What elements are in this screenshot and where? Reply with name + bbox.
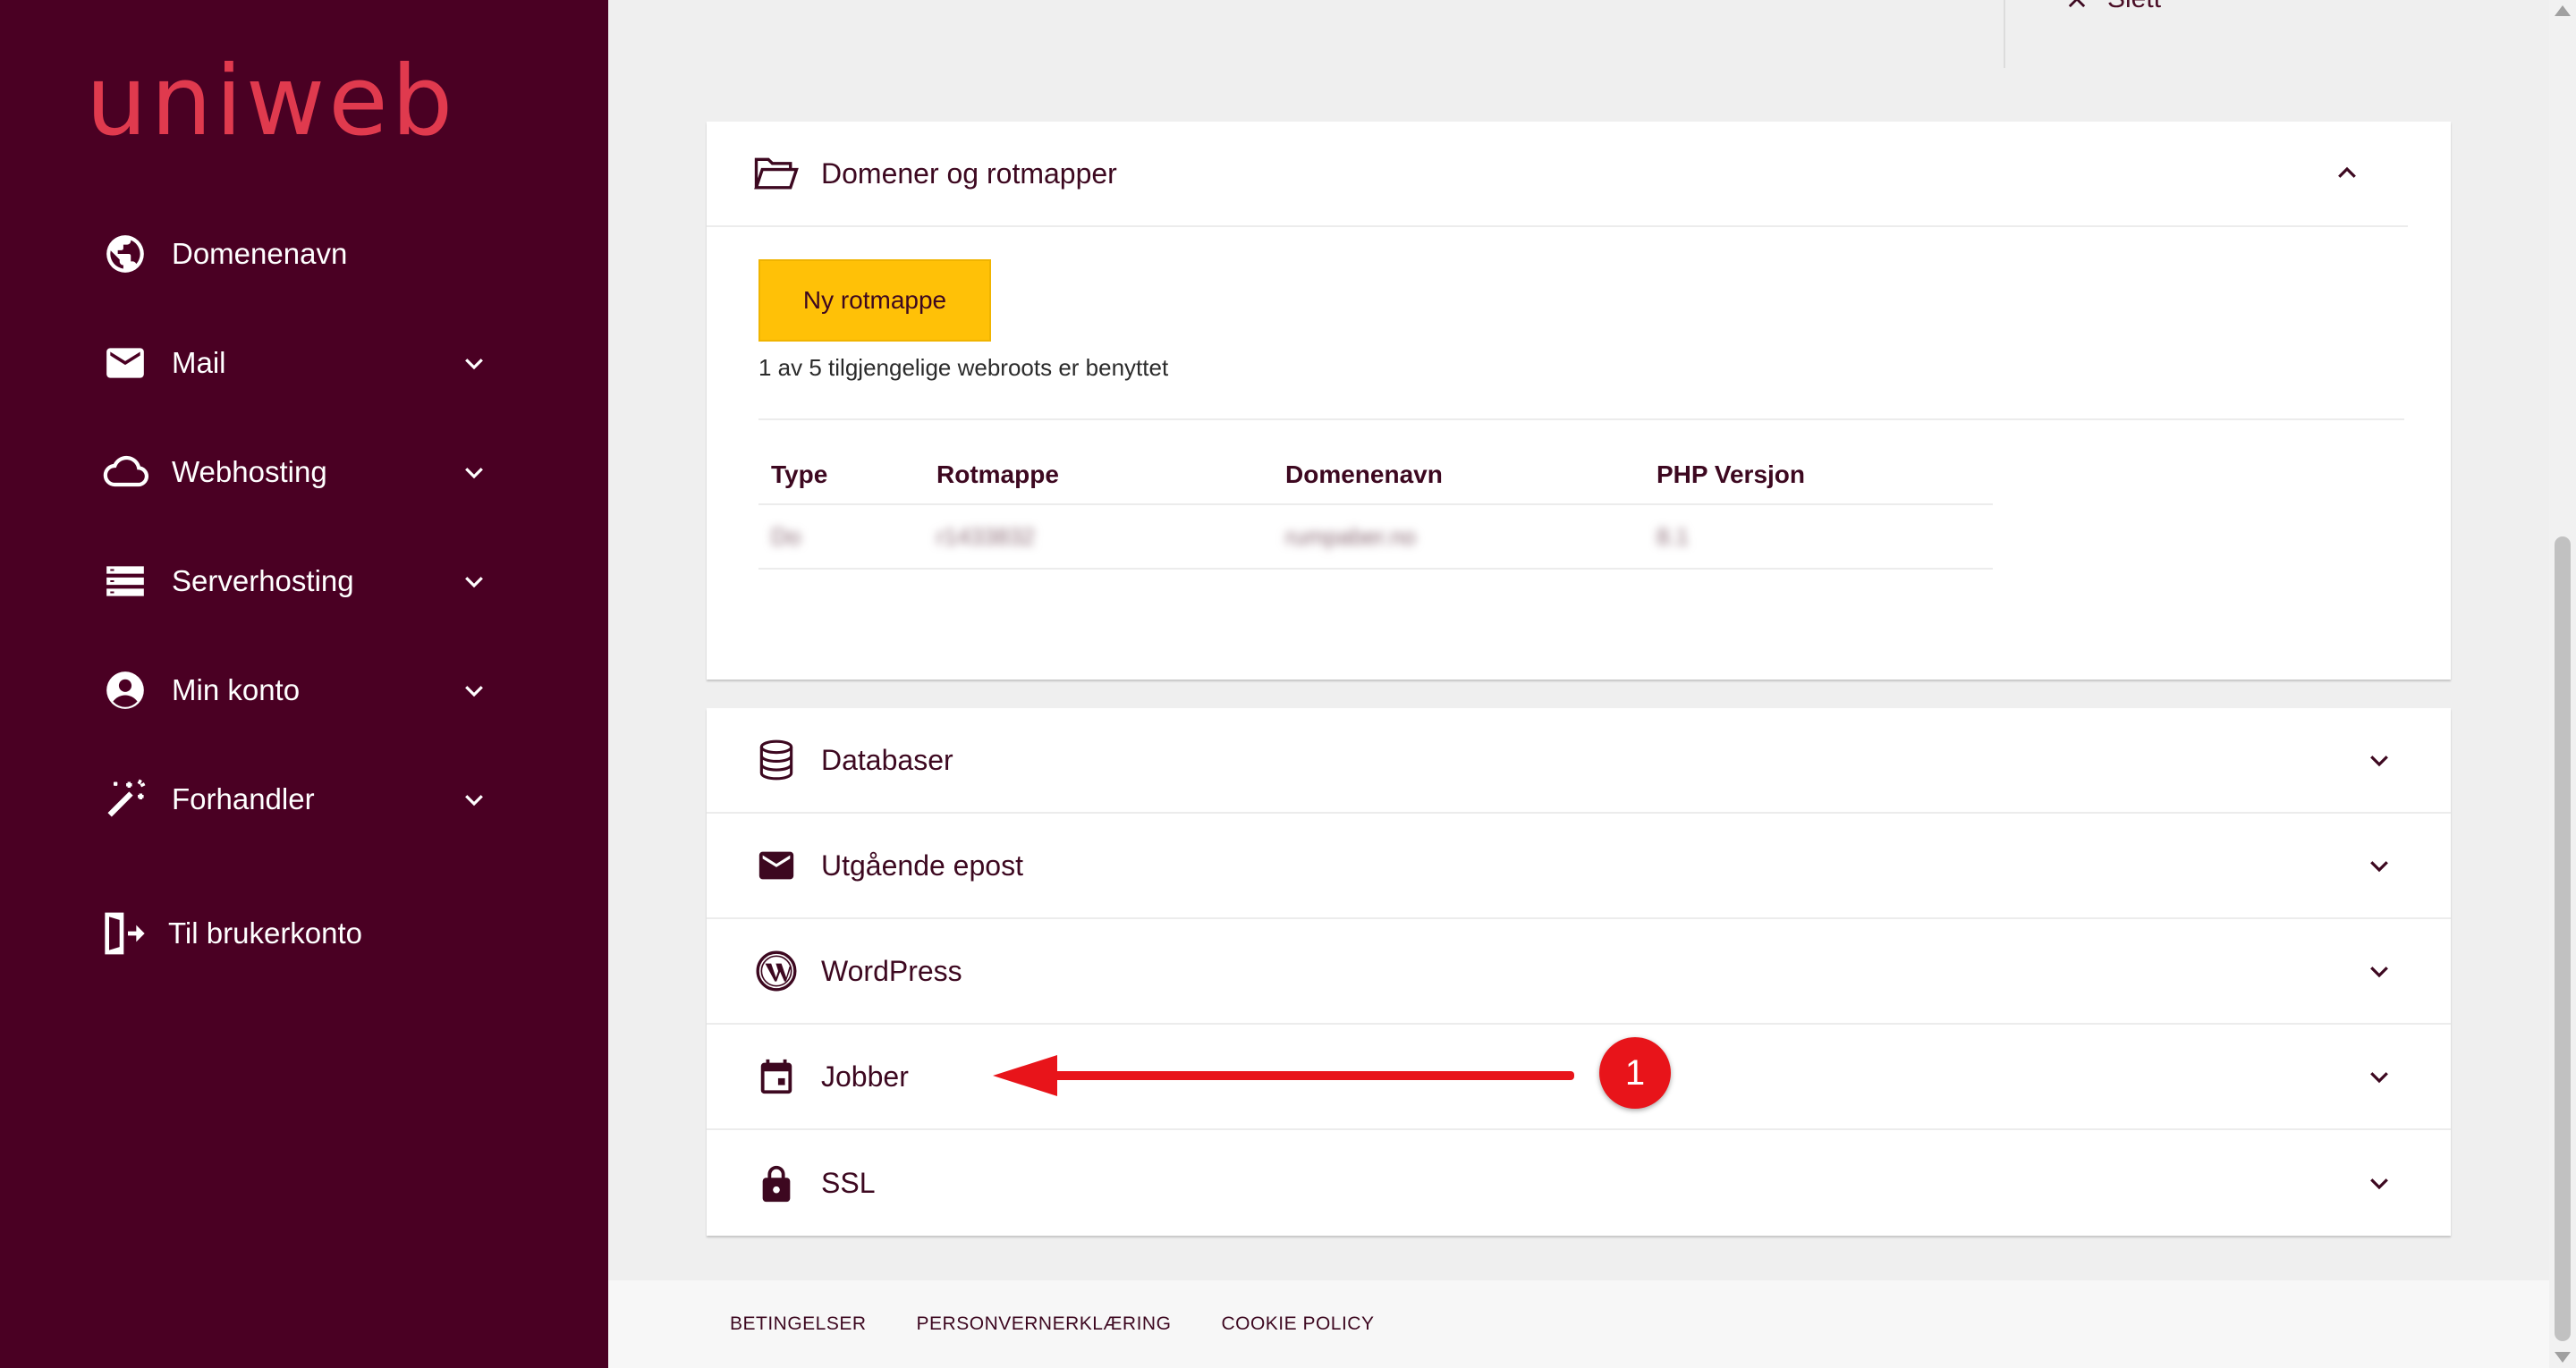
- sidebar-item-serverhosting[interactable]: Serverhosting: [98, 545, 492, 617]
- sidebar-item-webhosting[interactable]: Webhosting: [98, 436, 492, 508]
- domains-card: Domener og rotmapper Ny rotmappe 1 av 5 …: [707, 122, 2451, 680]
- calendar-icon: [750, 1050, 803, 1103]
- accordion-label: WordPress: [821, 954, 962, 987]
- sidebar-item-label: Domenenavn: [172, 237, 348, 270]
- cloud-icon: [98, 445, 152, 499]
- accordion-item-utgaende-epost[interactable]: Utgående epost: [707, 814, 2451, 919]
- topbar-divider: [2004, 0, 2005, 68]
- account-icon: [98, 663, 152, 717]
- new-webroot-button[interactable]: Ny rotmappe: [758, 259, 991, 342]
- sidebar-item-til-brukerkonto[interactable]: Til brukerkonto: [95, 898, 488, 969]
- chevron-down-icon[interactable]: [2361, 1059, 2397, 1094]
- accordion-label: Utgående epost: [821, 849, 1023, 882]
- table-cell: 8.1: [1644, 503, 1993, 570]
- sidebar-item-label: Min konto: [172, 673, 301, 706]
- delete-button-label: Slett: [2107, 0, 2161, 14]
- annotation-arrow: [1046, 1071, 1574, 1080]
- footer-link-privacy[interactable]: PERSONVERNERKLÆRING: [917, 1313, 1172, 1335]
- chevron-down-icon[interactable]: [2361, 1165, 2397, 1201]
- magic-wand-icon: [98, 773, 152, 826]
- table-row[interactable]: Do r1433832 rumpaber.no 8.1: [758, 503, 1993, 570]
- annotation-badge: 1: [1599, 1037, 1671, 1109]
- chevron-down-icon[interactable]: [456, 345, 492, 381]
- webroot-usage-note: 1 av 5 tilgjengelige webroots er benytte…: [758, 354, 1169, 381]
- chevron-down-icon[interactable]: [456, 563, 492, 599]
- column-header: Rotmappe: [936, 460, 1059, 488]
- webroot-table: Type Rotmappe Domenenavn PHP Versjon Do …: [758, 449, 1993, 570]
- column-header: Type: [771, 460, 828, 488]
- table-cell: rumpaber.no: [1273, 503, 1644, 570]
- page-scrollbar[interactable]: [2549, 0, 2576, 1368]
- database-icon: [750, 733, 803, 787]
- sidebar-item-label: Forhandler: [172, 782, 315, 815]
- mail-icon: [750, 839, 803, 892]
- chevron-down-icon[interactable]: [456, 454, 492, 490]
- column-header: Domenenavn: [1285, 460, 1443, 488]
- footer: BETINGELSER PERSONVERNERKLÆRING COOKIE P…: [608, 1280, 2549, 1368]
- accordion-item-ssl[interactable]: SSL: [707, 1130, 2451, 1236]
- chevron-down-icon[interactable]: [2361, 742, 2397, 778]
- wordpress-icon: [750, 944, 803, 998]
- accordion-label: Databaser: [821, 743, 953, 776]
- server-icon: [98, 554, 152, 608]
- table-cell: r1433832: [924, 503, 1273, 570]
- accordion-item-jobber[interactable]: Jobber: [707, 1025, 2451, 1130]
- mail-icon: [98, 336, 152, 390]
- footer-link-cookie[interactable]: COOKIE POLICY: [1221, 1313, 1374, 1335]
- accordion-item-databaser[interactable]: Databaser: [707, 708, 2451, 814]
- accordion-item-wordpress[interactable]: WordPress: [707, 919, 2451, 1025]
- delete-button[interactable]: Slett: [2064, 0, 2161, 14]
- close-icon: [2068, 0, 2086, 8]
- inner-divider: [758, 418, 2404, 420]
- table-header-row: Type Rotmappe Domenenavn PHP Versjon: [758, 449, 1993, 504]
- sidebar-item-forhandler[interactable]: Forhandler: [98, 764, 492, 835]
- chevron-down-icon[interactable]: [456, 781, 492, 817]
- column-header: PHP Versjon: [1657, 460, 1806, 488]
- sidebar-exit-label: Til brukerkonto: [168, 916, 363, 950]
- sidebar-item-min-konto[interactable]: Min konto: [98, 654, 492, 726]
- accordion-label: SSL: [821, 1166, 876, 1199]
- scroll-thumb[interactable]: [2555, 536, 2571, 1341]
- exit-door-icon: [95, 907, 148, 960]
- sidebar-item-mail[interactable]: Mail: [98, 327, 492, 399]
- sidebar-item-domenenavn[interactable]: Domenenavn: [98, 218, 492, 290]
- domains-card-header[interactable]: Domener og rotmapper: [707, 122, 2408, 227]
- sidebar-item-label: Serverhosting: [172, 564, 354, 597]
- domains-card-title: Domener og rotmapper: [821, 156, 1117, 190]
- sidebar-item-label: Mail: [172, 346, 226, 379]
- chevron-up-icon[interactable]: [2329, 156, 2365, 191]
- sidebar-item-label: Webhosting: [172, 455, 327, 488]
- folder-open-icon: [750, 147, 803, 200]
- table-cell: Do: [758, 503, 924, 570]
- footer-link-terms[interactable]: BETINGELSER: [730, 1313, 867, 1335]
- chevron-down-icon[interactable]: [456, 672, 492, 708]
- settings-accordion: Databaser Utgående epost WordPress Jobbe…: [707, 708, 2451, 1236]
- sidebar: uniweb Domenenavn Mail Webhosting Server…: [0, 0, 608, 1368]
- lock-icon: [750, 1156, 803, 1210]
- chevron-down-icon[interactable]: [2361, 848, 2397, 883]
- globe-icon: [98, 227, 152, 281]
- scroll-down-arrow-icon[interactable]: [2555, 1352, 2571, 1363]
- uniweb-logo[interactable]: uniweb: [86, 54, 456, 150]
- chevron-down-icon[interactable]: [2361, 953, 2397, 989]
- scroll-up-arrow-icon[interactable]: [2555, 5, 2571, 16]
